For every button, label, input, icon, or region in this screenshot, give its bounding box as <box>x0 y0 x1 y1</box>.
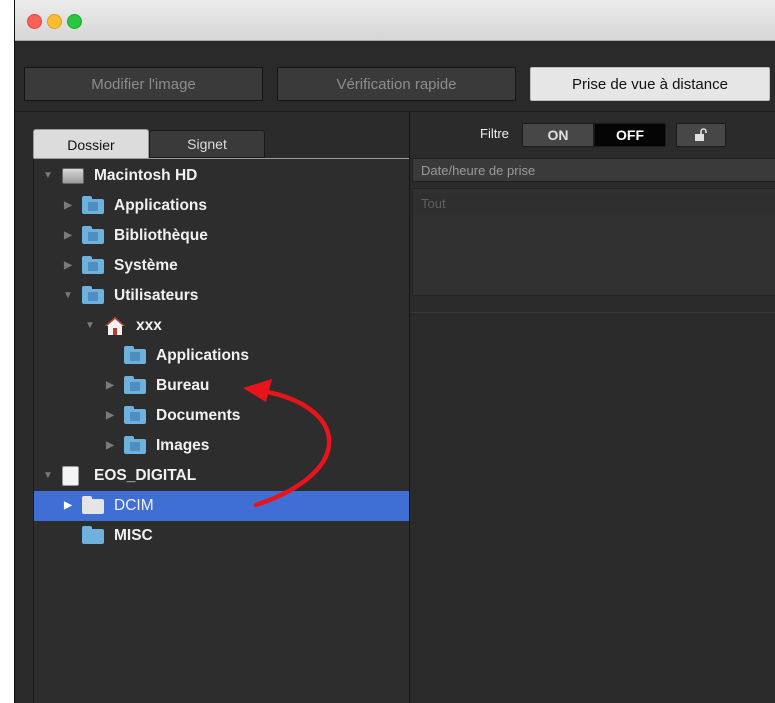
tree-item[interactable]: ▶ DCIM <box>34 491 409 521</box>
tree-item-label: xxx <box>136 317 162 334</box>
folder-library-icon <box>82 226 104 244</box>
home-icon <box>104 316 126 336</box>
tree-item[interactable]: ▼ EOS_DIGITAL <box>34 461 409 491</box>
folder-images-icon <box>124 436 146 454</box>
folder-applications-icon <box>124 346 146 364</box>
disclosure-collapsed-icon[interactable]: ▶ <box>105 411 115 421</box>
quick-check-button[interactable]: Vérification rapide <box>277 67 516 101</box>
filter-on-button[interactable]: ON <box>522 123 594 147</box>
list-item[interactable]: Tout <box>413 193 775 215</box>
tree-item[interactable]: Applications <box>34 341 409 371</box>
unlock-icon[interactable] <box>676 123 726 147</box>
folder-icon <box>82 496 104 514</box>
thumbnail-area[interactable] <box>412 312 775 703</box>
tree-item[interactable]: ▶ Bureau <box>34 371 409 401</box>
tree-item[interactable]: ▶ Système <box>34 251 409 281</box>
edit-image-button[interactable]: Modifier l'image <box>24 67 263 101</box>
disclosure-collapsed-icon[interactable]: ▶ <box>63 231 73 241</box>
tree-item-label: Images <box>156 437 210 454</box>
tree-item[interactable]: ▶ Applications <box>34 191 409 221</box>
folder-tree[interactable]: ▼ Macintosh HD ▶ Applications ▶ Bibliothèque ▶… <box>33 158 409 703</box>
tree-item[interactable]: ▼ Macintosh HD <box>34 161 409 191</box>
hard-drive-icon <box>62 168 84 184</box>
tab-folder[interactable]: Dossier <box>33 129 149 159</box>
folder-desktop-icon <box>124 376 146 394</box>
app-window: Modifier l'image Vérification rapide Pri… <box>14 0 775 703</box>
tree-item-label: Macintosh HD <box>94 167 198 184</box>
tree-item[interactable]: ▶ Images <box>34 431 409 461</box>
tree-item[interactable]: ▶ Documents <box>34 401 409 431</box>
close-window-button[interactable] <box>27 14 42 29</box>
tree-item-label: Utilisateurs <box>114 287 199 304</box>
tree-item-label: Système <box>114 257 178 274</box>
tree-item-label: MISC <box>114 527 153 544</box>
tree-item-label: Bureau <box>156 377 210 394</box>
tree-item[interactable]: MISC <box>34 521 409 551</box>
filter-panel: Filtre ON OFF Date/heure de prise Tout <box>410 112 775 703</box>
disclosure-collapsed-icon[interactable]: ▶ <box>105 381 115 391</box>
disclosure-collapsed-icon[interactable]: ▶ <box>63 261 73 271</box>
tree-item-label: Documents <box>156 407 241 424</box>
disclosure-expanded-icon[interactable]: ▼ <box>85 321 95 331</box>
mode-toolbar: Modifier l'image Vérification rapide Pri… <box>15 41 775 112</box>
folder-documents-icon <box>124 406 146 424</box>
folder-applications-icon <box>82 196 104 214</box>
tree-item-label: EOS_DIGITAL <box>94 467 197 484</box>
disclosure-expanded-icon[interactable]: ▼ <box>43 471 53 481</box>
folder-system-icon <box>82 256 104 274</box>
disclosure-collapsed-icon[interactable]: ▶ <box>105 441 115 451</box>
disclosure-expanded-icon[interactable]: ▼ <box>63 291 73 301</box>
tree-item[interactable]: ▼ xxx <box>34 311 409 341</box>
folder-users-icon <box>82 286 104 304</box>
folder-icon <box>82 526 104 544</box>
filter-off-button[interactable]: OFF <box>594 123 666 147</box>
date-header[interactable]: Date/heure de prise <box>412 158 775 182</box>
tree-item-label: Applications <box>156 347 250 364</box>
disclosure-collapsed-icon[interactable]: ▶ <box>63 201 73 211</box>
tree-item-label: Bibliothèque <box>114 227 208 244</box>
folder-panel: Dossier Signet ▼ Macintosh HD ▶ Application… <box>15 112 410 703</box>
minimize-window-button[interactable] <box>47 14 62 29</box>
tree-item-label: DCIM <box>114 497 154 514</box>
removable-drive-icon <box>62 466 79 486</box>
date-list[interactable]: Tout <box>412 188 775 296</box>
remote-shooting-button[interactable]: Prise de vue à distance <box>530 67 770 101</box>
tree-item[interactable]: ▼ Utilisateurs <box>34 281 409 311</box>
title-bar <box>15 0 775 41</box>
tree-item[interactable]: ▶ Bibliothèque <box>34 221 409 251</box>
disclosure-expanded-icon[interactable]: ▼ <box>43 171 53 181</box>
tree-item-label: Applications <box>114 197 208 214</box>
zoom-window-button[interactable] <box>67 14 82 29</box>
tab-bookmark[interactable]: Signet <box>149 130 265 158</box>
disclosure-collapsed-icon[interactable]: ▶ <box>63 501 73 511</box>
filter-label: Filtre <box>480 126 509 141</box>
